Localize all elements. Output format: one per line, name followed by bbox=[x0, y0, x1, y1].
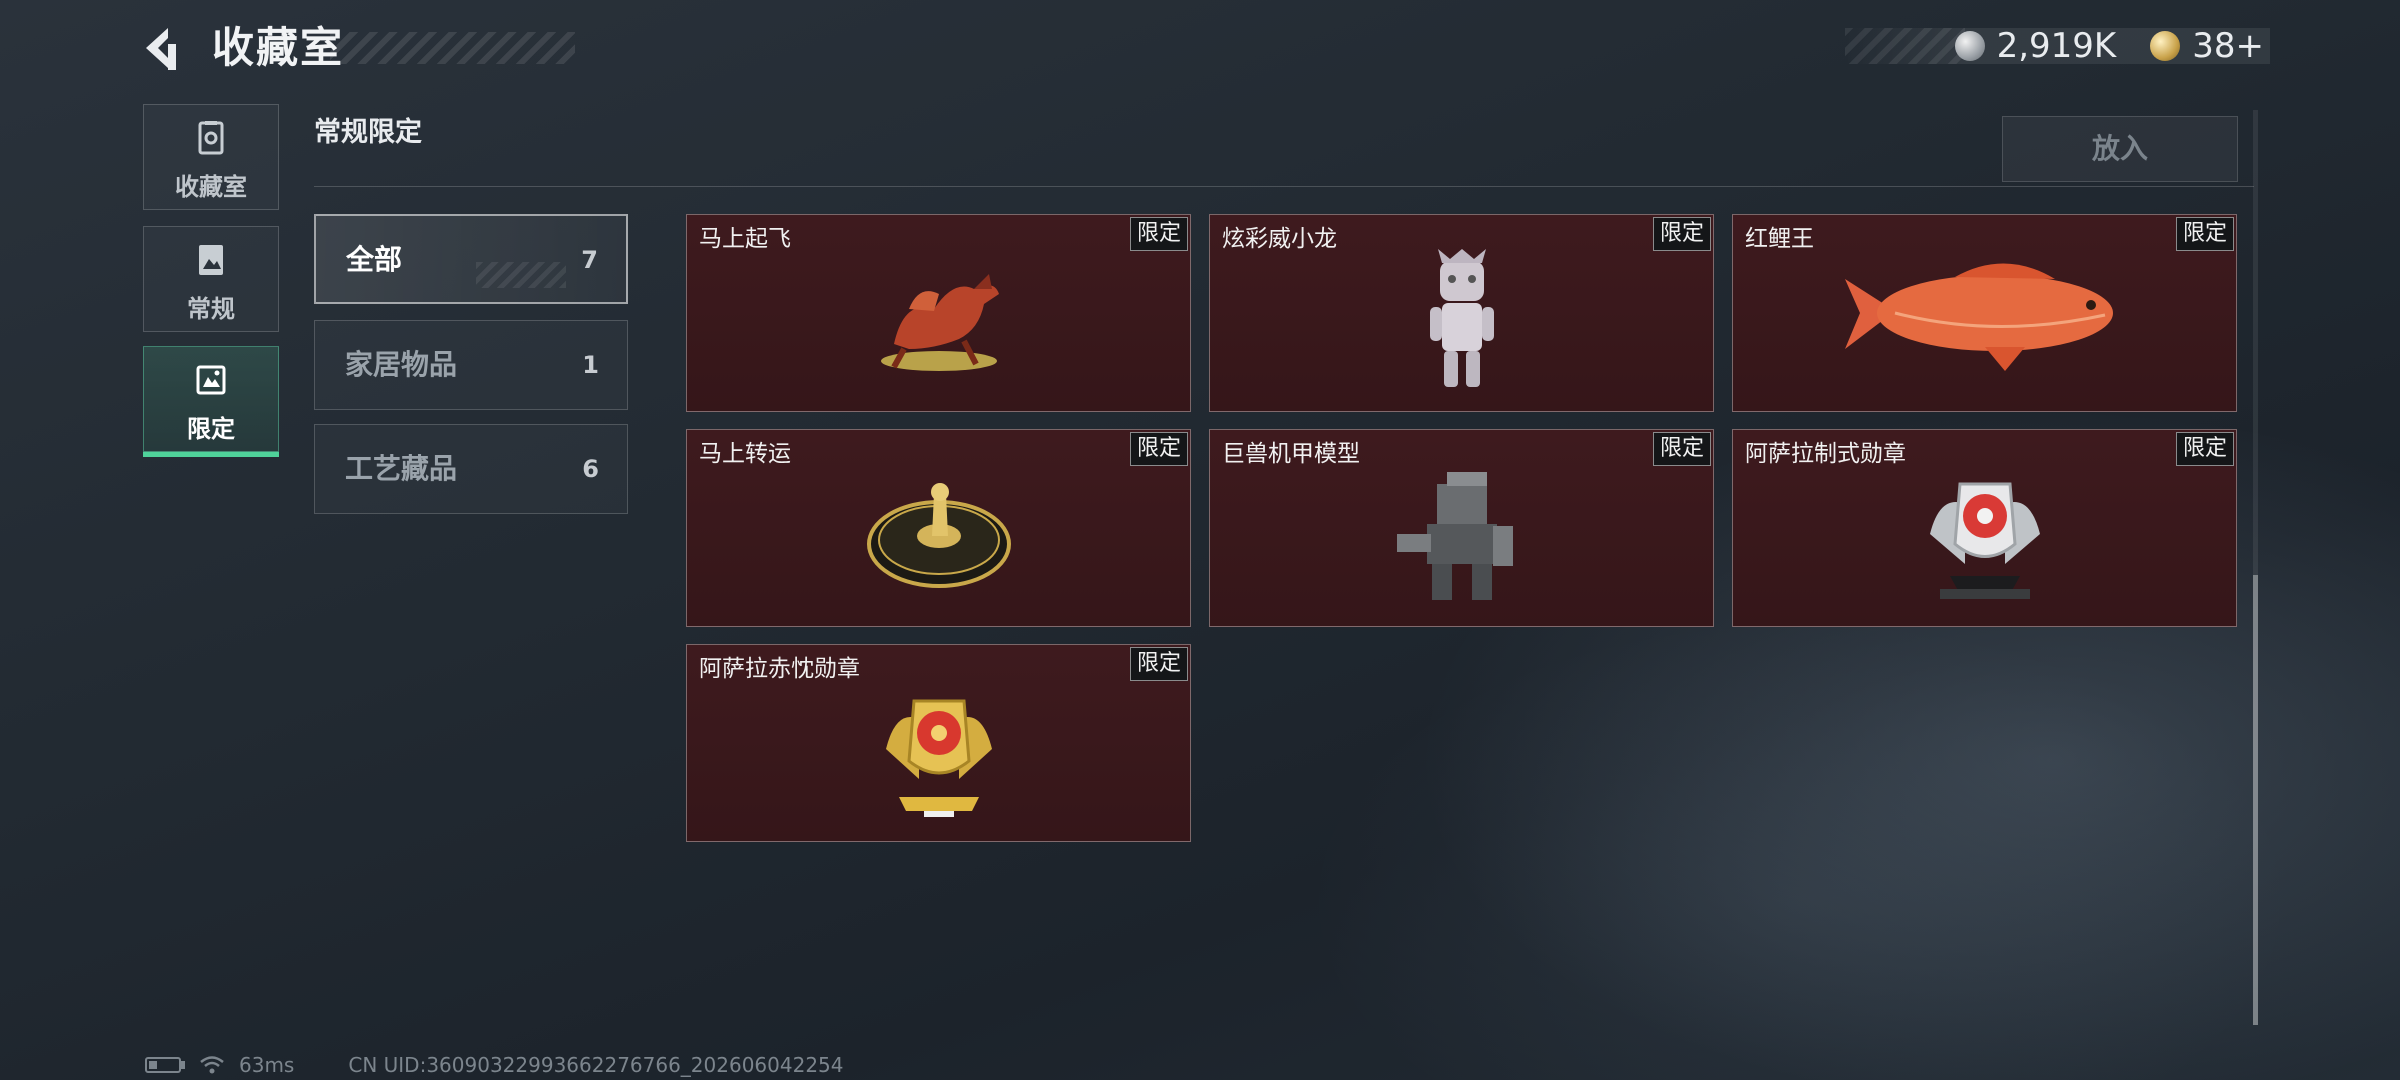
sidebar-item-label: 限定 bbox=[187, 415, 235, 443]
scrollbar-thumb[interactable] bbox=[2253, 575, 2258, 1025]
sidebar-item-label: 收藏室 bbox=[175, 173, 247, 201]
silver-medal-image bbox=[1929, 482, 2040, 599]
limited-badge: 限定 bbox=[1130, 217, 1188, 251]
silver-currency-value: 2,919K bbox=[1996, 26, 2117, 66]
page-title: 收藏室 bbox=[212, 23, 345, 72]
silver-coin-icon bbox=[1954, 31, 1985, 61]
item-card[interactable]: 马上转运 限定 bbox=[686, 429, 1191, 627]
title-decoration bbox=[330, 32, 575, 64]
currency-decoration bbox=[1844, 28, 1965, 64]
back-button[interactable] bbox=[138, 22, 188, 74]
limited-badge: 限定 bbox=[1653, 217, 1711, 251]
sidebar-item-collection[interactable]: 收藏室 bbox=[143, 104, 279, 210]
category-count: 7 bbox=[581, 246, 598, 274]
item-name: 阿萨拉制式勋章 bbox=[1745, 441, 1906, 467]
red-carp-image bbox=[1844, 263, 2113, 371]
collection-icon bbox=[198, 121, 224, 155]
item-name: 红鲤王 bbox=[1745, 226, 1814, 252]
put-in-button[interactable]: 放入 bbox=[2002, 116, 2238, 182]
category-all[interactable]: 全部 7 bbox=[314, 214, 628, 304]
sidebar-item-regular[interactable]: 常规 bbox=[143, 226, 279, 332]
category-name: 全部 bbox=[346, 243, 403, 276]
item-name: 阿萨拉赤忱勋章 bbox=[699, 656, 860, 682]
battery-icon bbox=[145, 1057, 181, 1073]
category-decoration bbox=[476, 262, 566, 288]
back-arrow-icon bbox=[146, 28, 176, 70]
status-bar: 63ms CN UID:36090322993662276766_2026060… bbox=[145, 1053, 844, 1077]
category-count: 6 bbox=[582, 455, 599, 483]
horse-figure-image bbox=[880, 274, 999, 371]
section-divider bbox=[314, 186, 2254, 187]
item-name: 炫彩威小龙 bbox=[1222, 226, 1337, 252]
gold-currency-value: 38+ bbox=[2192, 26, 2264, 66]
limited-badge: 限定 bbox=[1130, 647, 1188, 681]
gold-coin-icon bbox=[2150, 31, 2181, 61]
item-card[interactable]: 阿萨拉赤忱勋章 限定 bbox=[686, 644, 1191, 842]
regular-icon bbox=[199, 245, 223, 275]
category-household[interactable]: 家居物品 1 bbox=[314, 320, 628, 410]
mech-model-image bbox=[1396, 472, 1513, 600]
user-uid: CN UID:36090322993662276766_202606042254 bbox=[348, 1053, 844, 1077]
item-name: 马上转运 bbox=[699, 441, 791, 467]
sidebar-item-label: 常规 bbox=[187, 295, 235, 323]
category-name: 工艺藏品 bbox=[345, 452, 458, 485]
item-card[interactable]: 阿萨拉制式勋章 限定 bbox=[1732, 429, 2237, 627]
wifi-icon bbox=[200, 1056, 224, 1074]
dragon-figure-image bbox=[1429, 249, 1494, 387]
item-card[interactable]: 巨兽机甲模型 限定 bbox=[1209, 429, 1714, 627]
ping-value: 63ms bbox=[239, 1053, 295, 1077]
limited-badge: 限定 bbox=[1130, 432, 1188, 466]
limited-badge: 限定 bbox=[2176, 217, 2234, 251]
item-name: 巨兽机甲模型 bbox=[1222, 441, 1360, 467]
item-card[interactable]: 红鲤王 限定 bbox=[1732, 214, 2237, 412]
item-name: 马上起飞 bbox=[699, 226, 791, 252]
gold-medal-image bbox=[885, 699, 992, 817]
fortune-wheel-image bbox=[866, 483, 1011, 588]
category-crafts[interactable]: 工艺藏品 6 bbox=[314, 424, 628, 514]
active-indicator bbox=[143, 452, 279, 457]
item-card[interactable]: 炫彩威小龙 限定 bbox=[1209, 214, 1714, 412]
category-name: 家居物品 bbox=[345, 348, 458, 381]
battery-tip bbox=[181, 1061, 185, 1069]
limited-badge: 限定 bbox=[2176, 432, 2234, 466]
limited-icon bbox=[196, 365, 226, 395]
category-count: 1 bbox=[582, 351, 599, 379]
item-card[interactable]: 马上起飞 限定 bbox=[686, 214, 1191, 412]
limited-badge: 限定 bbox=[1653, 432, 1711, 466]
currency-bar: 2,919K 38+ bbox=[1844, 26, 2270, 66]
sidebar-item-limited[interactable]: 限定 bbox=[143, 346, 279, 457]
section-title: 常规限定 bbox=[314, 117, 422, 148]
